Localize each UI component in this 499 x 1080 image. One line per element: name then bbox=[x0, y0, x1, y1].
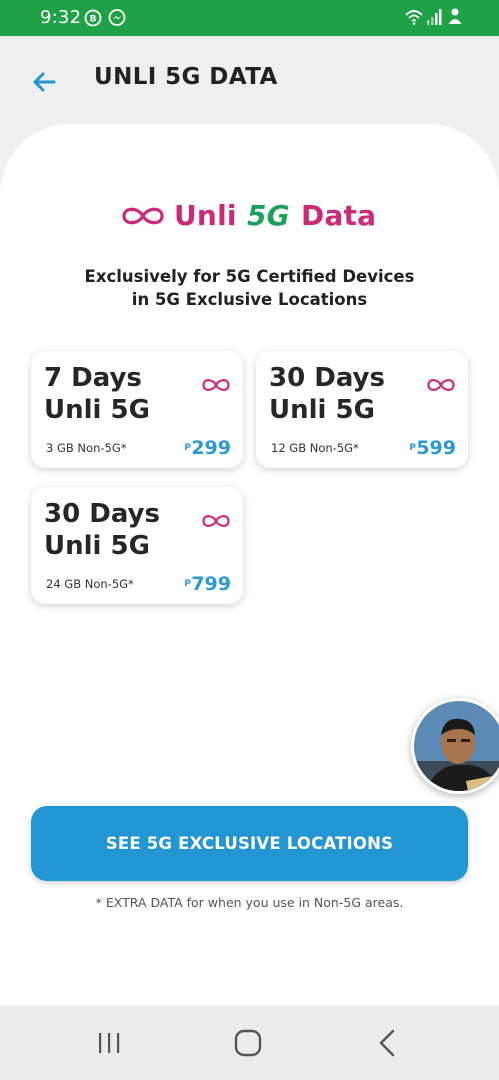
person-avatar-icon bbox=[414, 701, 499, 791]
peso-sign: P bbox=[409, 443, 416, 453]
footnote: * EXTRA DATA for when you use in Non-5G … bbox=[95, 895, 404, 910]
whatsapp-business-icon: B bbox=[84, 9, 102, 27]
peso-sign: P bbox=[184, 579, 191, 589]
see-5g-exclusive-locations-button[interactable]: SEE 5G EXCLUSIVE LOCATIONS bbox=[31, 806, 468, 881]
plan-days: 30 Days bbox=[269, 363, 385, 393]
status-bar: 9:32 B bbox=[0, 0, 499, 36]
infinity-icon bbox=[122, 207, 164, 225]
plan-card-30-days-799[interactable]: 30 Days Unli 5G 24 GB Non-5G* P 799 bbox=[31, 487, 243, 604]
page-title: UNLI 5G DATA bbox=[94, 64, 278, 90]
chat-head-avatar[interactable] bbox=[411, 698, 499, 794]
header: UNLI 5G DATA bbox=[0, 36, 499, 126]
plan-extra-data: 12 GB Non-5G* bbox=[271, 441, 359, 455]
signal-icon bbox=[427, 9, 442, 25]
infinity-icon bbox=[202, 515, 230, 527]
home-icon[interactable] bbox=[228, 1026, 268, 1060]
back-icon[interactable] bbox=[368, 1026, 408, 1060]
plan-name: Unli 5G bbox=[44, 531, 150, 561]
infinity-icon bbox=[202, 379, 230, 391]
subtitle-line1: Exclusively for 5G Certified Devices bbox=[84, 267, 415, 286]
arrow-left-icon[interactable] bbox=[28, 66, 60, 98]
infinity-icon bbox=[427, 379, 455, 391]
plan-price: 299 bbox=[191, 437, 231, 459]
unli-5g-data-logo: Unli 5G Data bbox=[120, 199, 390, 233]
system-nav-bar bbox=[0, 1006, 499, 1080]
svg-text:B: B bbox=[90, 15, 97, 25]
plan-name: Unli 5G bbox=[44, 395, 150, 425]
status-time: 9:32 bbox=[40, 7, 82, 28]
recent-apps-icon[interactable] bbox=[89, 1026, 129, 1060]
plan-price: 799 bbox=[191, 573, 231, 595]
logo-data-text: Data bbox=[301, 199, 377, 232]
plan-card-7-days[interactable]: 7 Days Unli 5G 3 GB Non-5G* P 299 bbox=[31, 351, 243, 468]
peso-sign: P bbox=[184, 443, 191, 453]
plan-extra-data: 24 GB Non-5G* bbox=[46, 577, 134, 591]
wifi-icon bbox=[405, 10, 423, 25]
plan-days: 7 Days bbox=[44, 363, 142, 393]
logo-unli-text: Unli bbox=[174, 199, 237, 232]
messenger-icon bbox=[108, 9, 126, 26]
plan-days: 30 Days bbox=[44, 499, 160, 529]
plan-price: 599 bbox=[416, 437, 456, 459]
plan-card-30-days-599[interactable]: 30 Days Unli 5G 12 GB Non-5G* P 599 bbox=[256, 351, 468, 468]
plan-name: Unli 5G bbox=[269, 395, 375, 425]
notification-person-icon bbox=[448, 8, 462, 24]
subtitle-line2: in 5G Exclusive Locations bbox=[131, 290, 368, 309]
logo-5g-text: 5G bbox=[247, 199, 290, 232]
plan-extra-data: 3 GB Non-5G* bbox=[46, 441, 127, 455]
